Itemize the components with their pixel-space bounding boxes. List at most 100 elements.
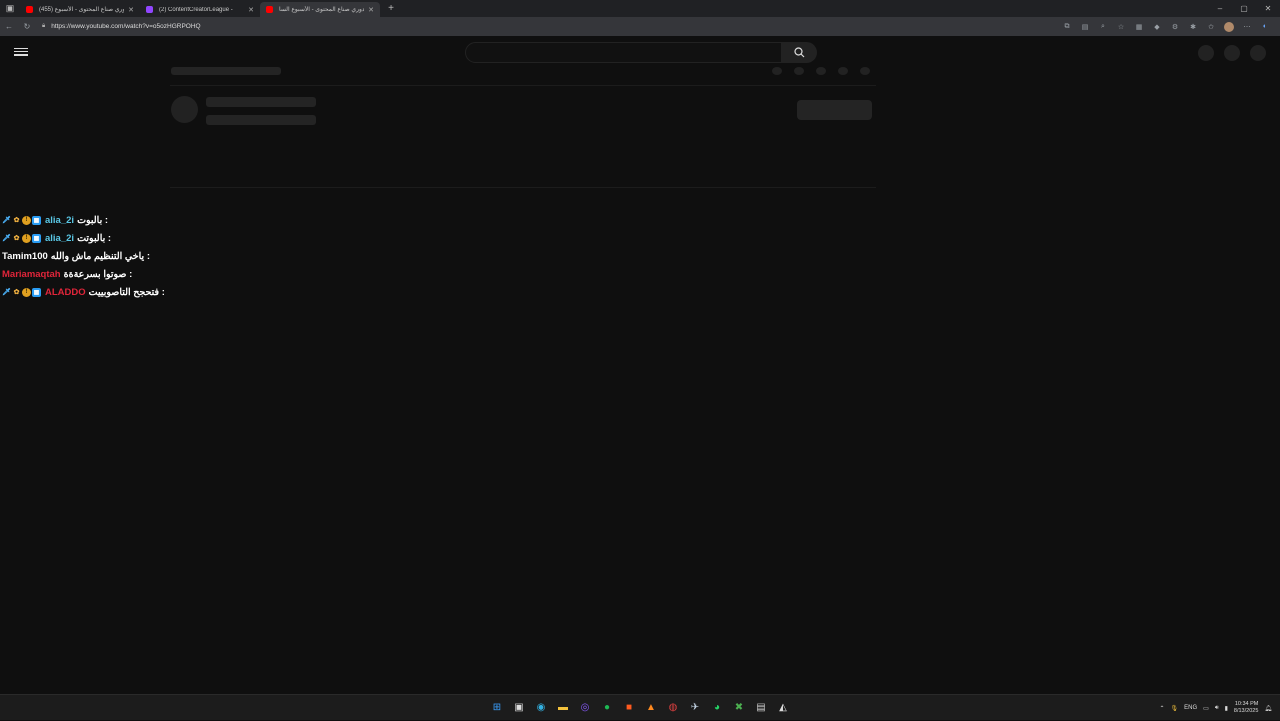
mic-icon[interactable]: 🎙︎ — [1171, 705, 1179, 712]
tab-title: (455) دوري صناع المحتوى - الأسبوع — [39, 7, 125, 13]
maximize-icon[interactable]: ▢ — [1232, 0, 1256, 17]
window-controls: – ▢ ✕ — [1208, 0, 1280, 17]
search-input[interactable] — [465, 42, 782, 63]
time-text: 10:34 PM — [1234, 701, 1259, 707]
tab-close-icon[interactable]: ✕ — [248, 6, 254, 14]
coin-icon: ! — [22, 233, 31, 243]
date-text: 8/13/2025 — [1233, 708, 1259, 714]
messenger-icon[interactable]: ◎ — [576, 698, 594, 716]
app-orange-icon[interactable]: ■ — [620, 698, 638, 716]
reader-icon[interactable]: ▤ — [1076, 23, 1094, 31]
chat-message: 🗡︎ ✿! ▦ alia_2i: بالبوتت — [2, 229, 302, 247]
tab-close-icon[interactable]: ✕ — [128, 6, 134, 14]
new-tab-button[interactable]: + — [384, 2, 398, 16]
battery-icon[interactable]: ▮ — [1225, 705, 1228, 712]
start-icon[interactable]: ⊞ — [488, 698, 506, 716]
chat-username: alia_2i — [45, 214, 75, 226]
back-icon[interactable]: ← — [0, 17, 18, 36]
coin-icon: ! — [22, 287, 31, 297]
extension-icon[interactable]: ▦ — [1130, 23, 1148, 31]
tab-actions-icon[interactable]: ▣ — [0, 0, 20, 17]
action-skeleton — [794, 67, 804, 75]
tab-favicon-icon — [266, 6, 273, 13]
language-indicator[interactable]: ENG — [1184, 705, 1197, 711]
channel-avatar-skeleton — [171, 96, 198, 123]
hamburger-menu-icon[interactable] — [14, 46, 28, 58]
tab-close-icon[interactable]: ✕ — [368, 6, 374, 14]
file-explorer-icon[interactable]: ▬ — [554, 698, 572, 716]
grid-badge-icon: ▦ — [32, 215, 41, 225]
url-field[interactable]: 🔒︎ https://www.youtube.com/watch?v=o5ozH… — [42, 23, 1058, 30]
browser-tab-strip: ▣ (455) دوري صناع المحتوى - الأسبوع ✕ (2) … — [0, 0, 1280, 17]
xbox-icon[interactable]: ✖ — [730, 698, 748, 716]
extension-gear-icon[interactable]: ⚙ — [1166, 23, 1184, 31]
notification-icon[interactable]: 🔔︎ — [1264, 705, 1272, 712]
app-misc-icon[interactable]: ◭ — [774, 698, 792, 716]
search-button[interactable] — [782, 42, 817, 63]
lock-icon: 🔒︎ — [42, 23, 46, 29]
favorite-star-icon[interactable]: ☆ — [1112, 23, 1130, 31]
action-skeleton — [772, 67, 782, 75]
chat-text: : صوتوا بسرعةةة — [63, 268, 133, 280]
app-a-icon[interactable]: ▲ — [642, 698, 660, 716]
user-badges: 🗡︎ ✿! ▦ — [2, 233, 42, 243]
bird-icon: ✿ — [13, 217, 20, 224]
user-badges: 🗡︎ ✿! ▦ — [2, 287, 42, 297]
bird-icon: ✿ — [13, 235, 20, 242]
sword-icon: 🗡︎ — [2, 289, 11, 296]
tab-title: (2) ContentCreatorLeague - — [159, 6, 233, 13]
copilot-icon[interactable]: ◐ — [1256, 23, 1274, 30]
action-skeleton — [838, 67, 848, 75]
minimize-icon[interactable]: – — [1208, 0, 1232, 17]
extension-diamond-icon[interactable]: ◆ — [1148, 23, 1166, 31]
chat-message: Mariamaqtah: صوتوا بسرعةةة — [2, 265, 302, 283]
taskbar-apps: ⊞ ▣ ◉ ▬ ◎ ● ■ ▲ ◍ ✈ ◕ ✖ ▤ ◭ — [488, 698, 792, 716]
browser-tab[interactable]: (2) ContentCreatorLeague - ✕ — [140, 2, 260, 17]
zoom-icon[interactable]: ⌕ — [1094, 23, 1112, 31]
coin-icon: ! — [22, 215, 31, 225]
volume-icon[interactable]: 🔊︎ — [1215, 705, 1219, 712]
channel-subs-skeleton — [206, 115, 316, 125]
tray-chevron-icon[interactable]: ⌃ — [1159, 705, 1164, 712]
chat-message: 🗡︎ ✿! ▦ alia_2i: بالبوت — [2, 211, 302, 229]
extensions-icon[interactable]: ✱ — [1184, 23, 1202, 31]
action-skeleton — [816, 67, 826, 75]
chat-text: : فتحجح التاصوبييت — [88, 286, 165, 298]
browser-toolbar: ⧉ ▤ ⌕ ☆ ▦ ◆ ⚙ ✱ ✩ ⋯ ◐ — [1058, 21, 1274, 32]
network-icon[interactable]: ▭ — [1203, 705, 1209, 712]
taskview-icon[interactable]: ▣ — [510, 698, 528, 716]
refresh-icon[interactable]: ↻ — [18, 17, 36, 36]
sword-icon: 🗡︎ — [2, 217, 11, 224]
tab-title: دوري صناع المحتوى - الأسبوع السا — [279, 7, 365, 13]
calculator-icon[interactable]: ▤ — [752, 698, 770, 716]
header-actions-placeholder — [1198, 45, 1266, 61]
chat-username: alia_2i — [45, 232, 75, 244]
chat-username: Tamim100 — [2, 250, 48, 262]
search-icon — [794, 47, 805, 58]
chrome-icon[interactable]: ◍ — [664, 698, 682, 716]
tab-favicon-icon — [146, 6, 153, 13]
close-window-icon[interactable]: ✕ — [1256, 0, 1280, 17]
chat-text: : بالبوتت — [77, 232, 112, 244]
system-tray: ⌃ 🎙︎ ENG ▭ 🔊︎ ▮ 10:34 PM 8/13/2025 🔔︎ — [1159, 695, 1272, 721]
windows-taskbar: ⊞ ▣ ◉ ▬ ◎ ● ■ ▲ ◍ ✈ ◕ ✖ ▤ ◭ ⌃ 🎙︎ ENG ▭ 🔊… — [0, 694, 1280, 720]
clock[interactable]: 10:34 PM 8/13/2025 — [1234, 701, 1258, 715]
bird-icon: ✿ — [13, 289, 20, 296]
favorites-icon[interactable]: ✩ — [1202, 23, 1220, 31]
subscribe-button-skeleton — [797, 100, 872, 120]
chat-overlay: 🗡︎ ✿! ▦ alia_2i: بالبوت 🗡︎ ✿! ▦ alia_2i: بالبوت… — [2, 211, 302, 301]
browser-tab[interactable]: دوري صناع المحتوى - الأسبوع السا ✕ — [260, 2, 380, 17]
profile-avatar[interactable] — [1224, 21, 1234, 32]
translate-icon[interactable]: ⧉ — [1058, 23, 1076, 31]
spotify-icon[interactable]: ● — [598, 698, 616, 716]
more-menu-icon[interactable]: ⋯ — [1238, 23, 1256, 31]
grid-badge-icon: ▦ — [32, 287, 41, 297]
chat-username: ALADDO — [45, 286, 86, 298]
chat-message: 🗡︎ ✿! ▦ ALADDO: فتحجح التاصوبييت — [2, 283, 302, 301]
whatsapp-icon[interactable]: ◕ — [708, 698, 726, 716]
url-text: https://www.youtube.com/watch?v=o5ozHGRP… — [51, 23, 201, 30]
chat-text: : ياخي التنظيم ماش والله — [50, 250, 151, 262]
browser-tab[interactable]: (455) دوري صناع المحتوى - الأسبوع ✕ — [20, 2, 140, 17]
steam-icon[interactable]: ✈ — [686, 698, 704, 716]
edge-icon[interactable]: ◉ — [532, 698, 550, 716]
